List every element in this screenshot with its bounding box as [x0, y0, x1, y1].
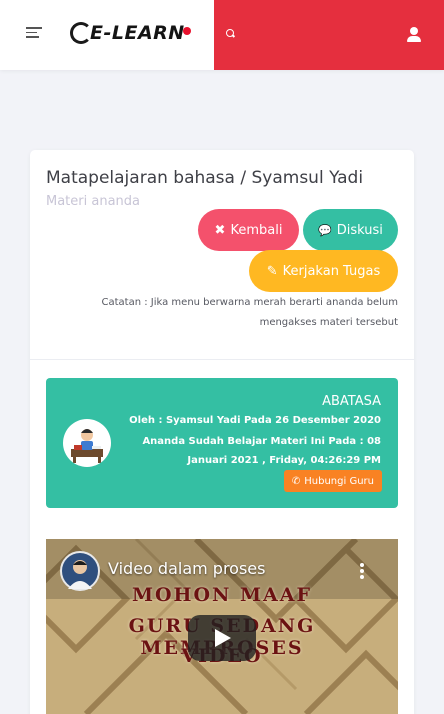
search-icon[interactable] — [226, 29, 236, 39]
material-author: Oleh : Syamsul Yadi Pada 26 Desember 202… — [129, 415, 381, 426]
top-bar: E-LEARN — [0, 0, 444, 70]
back-button-label: Kembali — [230, 222, 283, 238]
material-info-box: ABATASA Oleh : Syamsul Yadi Pada 26 Dese… — [46, 378, 398, 508]
play-button-icon[interactable] — [188, 615, 256, 661]
do-assignment-button[interactable]: ✎ Kerjakan Tugas — [249, 250, 398, 292]
contact-teacher-label: Hubungi Guru — [304, 475, 374, 487]
back-button[interactable]: ✖ Kembali — [198, 209, 299, 251]
divider — [30, 359, 414, 360]
contact-teacher-button[interactable]: ✆ Hubungi Guru — [283, 470, 382, 492]
menu-icon[interactable] — [26, 27, 42, 41]
comments-icon: 💬 — [318, 223, 332, 237]
student-illustration-avatar — [63, 419, 111, 467]
pencil-icon: ✎ — [266, 263, 278, 279]
discussion-button[interactable]: 💬 Diskusi — [303, 209, 398, 251]
logo-text: E-LEARN — [90, 22, 185, 44]
note-text: Catatan : Jika menu berwarna merah berar… — [101, 297, 399, 328]
video-title[interactable]: Video dalam proses — [108, 559, 265, 578]
phone-icon: ✆ — [291, 475, 301, 487]
logo-mark — [70, 22, 92, 44]
logo-dot — [182, 27, 191, 35]
close-icon: ✖ — [214, 222, 226, 238]
user-icon[interactable] — [406, 27, 422, 43]
material-status: Ananda Sudah Belajar Materi Ini Pada : 0… — [142, 436, 381, 466]
video-text-line: MOHON MAAF — [131, 584, 313, 606]
video-player[interactable]: Video dalam proses MOHON MAAF GURU SEDAN… — [46, 539, 398, 714]
more-vert-icon[interactable] — [360, 563, 364, 579]
discussion-button-label: Diskusi — [336, 222, 383, 238]
header-accent-panel — [214, 0, 444, 70]
material-title: ABATASA — [322, 394, 381, 409]
material-card: Matapelajaran bahasa / Syamsul Yadi Mate… — [30, 150, 414, 714]
app-logo[interactable]: E-LEARN — [70, 18, 191, 48]
page-subtitle: Materi ananda — [46, 194, 140, 209]
do-assignment-label: Kerjakan Tugas — [282, 263, 381, 279]
page-title: Matapelajaran bahasa / Syamsul Yadi — [46, 168, 364, 188]
